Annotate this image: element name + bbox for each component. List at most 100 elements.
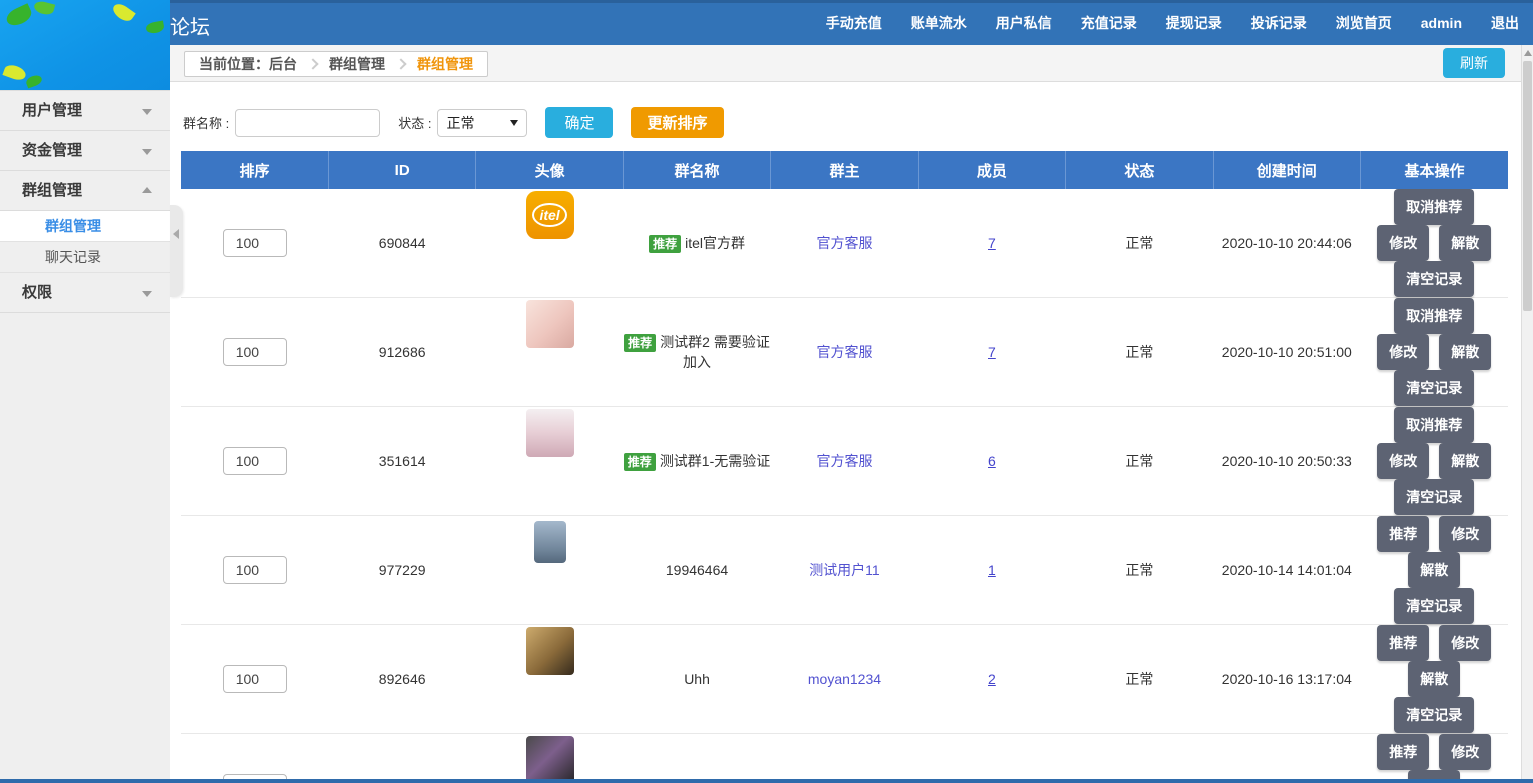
group-avatar	[526, 300, 574, 348]
recommend-button[interactable]: 推荐	[1377, 734, 1429, 770]
edit-button[interactable]: 修改	[1377, 334, 1429, 370]
status-text: 正常	[1066, 189, 1213, 298]
edit-button[interactable]: 修改	[1439, 625, 1491, 661]
leaf-decoration-icon	[145, 21, 165, 35]
recommend-button[interactable]: 推荐	[1377, 625, 1429, 661]
sidebar-collapse-handle[interactable]	[170, 205, 183, 297]
owner-link[interactable]: 官方客服	[816, 344, 872, 360]
owner-link[interactable]: 官方客服	[816, 235, 872, 251]
actions-cell: 推荐修改解散清空记录	[1361, 625, 1509, 734]
main-content: 群名称 : 状态 : 正常 确定 更新排序 排序ID头像群名称群主成员状态创建时…	[171, 83, 1521, 783]
status-text: 正常	[1066, 625, 1213, 734]
recommended-badge: 推荐	[624, 453, 656, 471]
created-time: 2020-10-10 20:50:33	[1213, 407, 1360, 516]
sidebar-subitem[interactable]: 群组管理	[0, 211, 170, 242]
dissolve-button[interactable]: 解散	[1439, 443, 1491, 479]
member-count-link[interactable]: 7	[988, 235, 996, 251]
member-count-link[interactable]: 7	[988, 344, 996, 360]
chevron-down-icon	[510, 120, 518, 126]
breadcrumb-item[interactable]: 群组管理	[329, 54, 385, 74]
site-logo	[0, 0, 170, 90]
sort-input[interactable]	[223, 556, 287, 584]
group-avatar	[534, 521, 566, 563]
edit-button[interactable]: 修改	[1377, 225, 1429, 261]
filter-bar: 群名称 : 状态 : 正常 确定 更新排序	[183, 107, 1521, 138]
top-nav-link[interactable]: 用户私信	[996, 13, 1052, 33]
member-count-link[interactable]: 1	[988, 562, 996, 578]
group-name: 19946464	[666, 562, 728, 578]
refresh-button[interactable]: 刷新	[1443, 48, 1505, 78]
table-row: 977229 19946464 测试用户11 1 正常 2020-10-14 1…	[181, 516, 1508, 625]
owner-link[interactable]: 官方客服	[816, 453, 872, 469]
clear-records-button[interactable]: 清空记录	[1394, 479, 1474, 515]
group-name: itel官方群	[685, 235, 745, 251]
top-nav-link[interactable]: 账单流水	[911, 13, 967, 33]
group-avatar	[526, 409, 574, 457]
cancel-recommend-button[interactable]: 取消推荐	[1394, 407, 1474, 443]
column-header: ID	[328, 151, 475, 189]
sort-input[interactable]	[223, 447, 287, 475]
group-id: 977229	[328, 516, 475, 625]
sidebar-item[interactable]: 群组管理	[0, 171, 170, 211]
status-text: 正常	[1066, 734, 1213, 783]
actions-cell: 取消推荐修改解散清空记录	[1361, 189, 1509, 298]
update-sort-button[interactable]: 更新排序	[631, 107, 723, 138]
edit-button[interactable]: 修改	[1439, 516, 1491, 552]
status-select[interactable]: 正常	[437, 109, 527, 137]
top-nav-link[interactable]: 退出	[1491, 13, 1519, 33]
owner-link[interactable]: 测试用户11	[809, 562, 880, 578]
dissolve-button[interactable]: 解散	[1408, 661, 1460, 697]
created-time: 2020-10-10 20:51:00	[1213, 298, 1360, 407]
avatar-label: itel	[532, 203, 566, 227]
group-name: 测试群1-无需验证	[660, 453, 770, 469]
scrollbar-thumb[interactable]	[1523, 61, 1532, 311]
sidebar-item[interactable]: 用户管理	[0, 91, 170, 131]
chevron-down-icon	[142, 149, 152, 155]
cancel-recommend-button[interactable]: 取消推荐	[1394, 189, 1474, 225]
owner-link[interactable]: moyan1234	[808, 671, 881, 687]
group-name-input[interactable]	[235, 109, 380, 137]
actions-cell: 取消推荐修改解散清空记录	[1361, 298, 1509, 407]
dissolve-button[interactable]: 解散	[1439, 334, 1491, 370]
member-count-link[interactable]: 2	[988, 671, 996, 687]
leaf-decoration-icon	[25, 74, 43, 89]
vertical-scrollbar[interactable]	[1521, 45, 1533, 783]
dissolve-button[interactable]: 解散	[1408, 552, 1460, 588]
created-time: 2020-10-14 14:01:04	[1213, 516, 1360, 625]
edit-button[interactable]: 修改	[1439, 734, 1491, 770]
top-nav-link[interactable]: admin	[1421, 15, 1462, 31]
clear-records-button[interactable]: 清空记录	[1394, 588, 1474, 624]
leaf-decoration-icon	[33, 0, 55, 16]
top-nav-link[interactable]: 充值记录	[1081, 13, 1137, 33]
confirm-button[interactable]: 确定	[545, 107, 613, 138]
table-row: 351614 推荐测试群1-无需验证 官方客服 6 正常 2020-10-10 …	[181, 407, 1508, 516]
top-nav-link[interactable]: 浏览首页	[1336, 13, 1392, 33]
sort-input[interactable]	[223, 665, 287, 693]
status-select-value: 正常	[446, 113, 474, 133]
clear-records-button[interactable]: 清空记录	[1394, 370, 1474, 406]
group-name: 测试群2 需要验证加入	[660, 334, 770, 370]
sidebar-item[interactable]: 资金管理	[0, 131, 170, 171]
member-count-link[interactable]: 6	[988, 453, 996, 469]
column-header: 成员	[918, 151, 1065, 189]
recommend-button[interactable]: 推荐	[1377, 516, 1429, 552]
sort-input[interactable]	[223, 338, 287, 366]
top-nav-link[interactable]: 提现记录	[1166, 13, 1222, 33]
dissolve-button[interactable]: 解散	[1439, 225, 1491, 261]
actions-cell: 推荐修改解散清空记录	[1361, 734, 1509, 783]
edit-button[interactable]: 修改	[1377, 443, 1429, 479]
top-nav-link[interactable]: 手动充值	[826, 13, 882, 33]
clear-records-button[interactable]: 清空记录	[1394, 697, 1474, 733]
scroll-up-arrow-icon[interactable]	[1524, 50, 1532, 56]
sidebar-item[interactable]: 权限	[0, 273, 170, 313]
clear-records-button[interactable]: 清空记录	[1394, 261, 1474, 297]
table-row: 892646 Uhh moyan1234 2 正常 2020-10-16 13:…	[181, 625, 1508, 734]
column-header: 群名称	[623, 151, 770, 189]
group-avatar: itel	[526, 191, 574, 239]
sort-input[interactable]	[223, 229, 287, 257]
created-time: 2020-10-16 13:17:04	[1213, 625, 1360, 734]
top-nav-link[interactable]: 投诉记录	[1251, 13, 1307, 33]
sidebar-subitem[interactable]: 聊天记录	[0, 242, 170, 273]
cancel-recommend-button[interactable]: 取消推荐	[1394, 298, 1474, 334]
column-header: 群主	[771, 151, 918, 189]
